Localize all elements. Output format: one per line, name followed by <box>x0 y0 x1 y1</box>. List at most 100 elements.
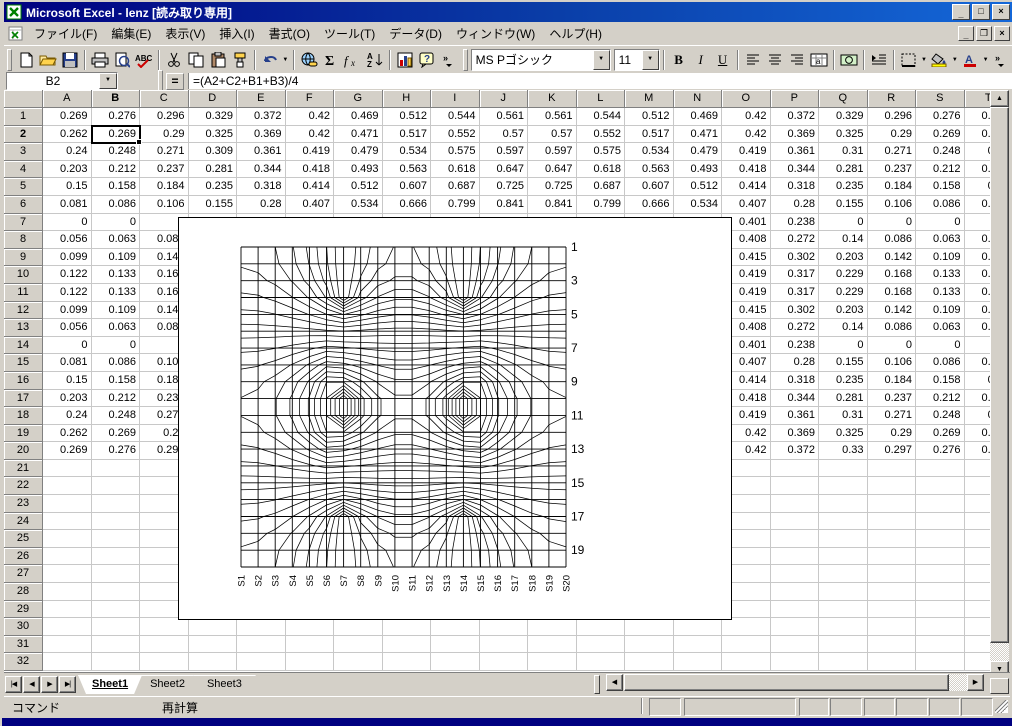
cell-E30[interactable] <box>237 618 286 636</box>
cell-O6[interactable]: 0.407 <box>722 196 771 214</box>
cell-P24[interactable] <box>771 513 820 531</box>
cell-C4[interactable]: 0.237 <box>140 161 189 179</box>
first-sheet-button[interactable]: |◀ <box>5 676 22 693</box>
cell-O5[interactable]: 0.414 <box>722 178 771 196</box>
cell-B26[interactable] <box>92 548 141 566</box>
cell-Q25[interactable] <box>819 530 868 548</box>
cell-M1[interactable]: 0.512 <box>625 108 674 126</box>
formula-input[interactable]: =(A2+C2+B1+B3)/4 <box>188 73 1012 89</box>
cell-S18[interactable]: 0.248 <box>916 407 965 425</box>
equals-button[interactable]: = <box>166 73 184 90</box>
cell-E31[interactable] <box>237 636 286 654</box>
cell-L5[interactable]: 0.687 <box>577 178 626 196</box>
row-header-4[interactable]: 4 <box>4 161 43 179</box>
cell-A7[interactable]: 0 <box>43 214 92 232</box>
cell-G3[interactable]: 0.479 <box>334 143 383 161</box>
cell-P11[interactable]: 0.317 <box>771 284 820 302</box>
cell-M30[interactable] <box>625 618 674 636</box>
align-right-button[interactable] <box>786 49 808 71</box>
cell-H2[interactable]: 0.517 <box>383 126 432 144</box>
cell-C6[interactable]: 0.106 <box>140 196 189 214</box>
maximize-button[interactable]: □ <box>972 4 990 20</box>
cell-S10[interactable]: 0.133 <box>916 266 965 284</box>
cell-G31[interactable] <box>334 636 383 654</box>
cell-K1[interactable]: 0.561 <box>528 108 577 126</box>
cell-A3[interactable]: 0.24 <box>43 143 92 161</box>
cell-R22[interactable] <box>868 477 917 495</box>
cell-S24[interactable] <box>916 513 965 531</box>
cell-A18[interactable]: 0.24 <box>43 407 92 425</box>
cell-B23[interactable] <box>92 495 141 513</box>
cell-T6[interactable]: 0.081 <box>965 196 991 214</box>
cell-Q18[interactable]: 0.31 <box>819 407 868 425</box>
cell-B6[interactable]: 0.086 <box>92 196 141 214</box>
cell-D1[interactable]: 0.329 <box>189 108 238 126</box>
cell-Q14[interactable]: 0 <box>819 337 868 355</box>
cell-K6[interactable]: 0.841 <box>528 196 577 214</box>
horizontal-scroll-track[interactable] <box>949 674 967 691</box>
cell-N4[interactable]: 0.493 <box>674 161 723 179</box>
cell-J1[interactable]: 0.561 <box>480 108 529 126</box>
cell-B7[interactable]: 0 <box>92 214 141 232</box>
cell-S23[interactable] <box>916 495 965 513</box>
cell-I3[interactable]: 0.575 <box>431 143 480 161</box>
currency-style-button[interactable] <box>838 49 860 71</box>
cell-P20[interactable]: 0.372 <box>771 442 820 460</box>
row-header-2[interactable]: 2 <box>4 126 43 144</box>
cell-G32[interactable] <box>334 653 383 671</box>
cell-B13[interactable]: 0.063 <box>92 319 141 337</box>
row-header-18[interactable]: 18 <box>4 407 43 425</box>
cell-R18[interactable]: 0.271 <box>868 407 917 425</box>
menu-item-3[interactable]: 挿入(I) <box>212 22 261 45</box>
cell-A6[interactable]: 0.081 <box>43 196 92 214</box>
cell-K30[interactable] <box>528 618 577 636</box>
column-header-C[interactable]: C <box>140 90 189 108</box>
undo-button[interactable] <box>259 49 281 71</box>
cell-Q30[interactable] <box>819 618 868 636</box>
embedded-contour-chart[interactable]: S1S2S3S4S5S6S7S8S9S10S11S12S13S14S15S16S… <box>178 217 732 620</box>
cell-M2[interactable]: 0.517 <box>625 126 674 144</box>
cell-R11[interactable]: 0.168 <box>868 284 917 302</box>
cell-P8[interactable]: 0.272 <box>771 231 820 249</box>
cell-Q28[interactable] <box>819 583 868 601</box>
insert-hyperlink-button[interactable] <box>298 49 320 71</box>
row-header-7[interactable]: 7 <box>4 214 43 232</box>
cell-E4[interactable]: 0.344 <box>237 161 286 179</box>
cell-G4[interactable]: 0.493 <box>334 161 383 179</box>
cell-T11[interactable]: 0.122 <box>965 284 991 302</box>
cell-B31[interactable] <box>92 636 141 654</box>
cell-G6[interactable]: 0.534 <box>334 196 383 214</box>
autosum-button[interactable]: Σ <box>320 49 342 71</box>
cell-A24[interactable] <box>43 513 92 531</box>
align-center-button[interactable] <box>764 49 786 71</box>
cell-P13[interactable]: 0.272 <box>771 319 820 337</box>
cell-T25[interactable] <box>965 530 991 548</box>
cell-D3[interactable]: 0.309 <box>189 143 238 161</box>
cell-F32[interactable] <box>286 653 335 671</box>
cell-B10[interactable]: 0.133 <box>92 266 141 284</box>
column-header-O[interactable]: O <box>722 90 771 108</box>
cell-B28[interactable] <box>92 583 141 601</box>
cell-Q10[interactable]: 0.229 <box>819 266 868 284</box>
cell-Q31[interactable] <box>819 636 868 654</box>
fill-color-button[interactable] <box>928 49 950 71</box>
cell-Q13[interactable]: 0.14 <box>819 319 868 337</box>
cell-S14[interactable]: 0 <box>916 337 965 355</box>
cell-F6[interactable]: 0.407 <box>286 196 335 214</box>
cell-M5[interactable]: 0.607 <box>625 178 674 196</box>
cell-R23[interactable] <box>868 495 917 513</box>
cell-M3[interactable]: 0.534 <box>625 143 674 161</box>
cell-E5[interactable]: 0.318 <box>237 178 286 196</box>
row-header-17[interactable]: 17 <box>4 390 43 408</box>
cell-T2[interactable]: 0.262 <box>965 126 991 144</box>
cell-Q9[interactable]: 0.203 <box>819 249 868 267</box>
cell-T27[interactable] <box>965 565 991 583</box>
workbook-close-button[interactable]: × <box>994 26 1010 41</box>
cell-R25[interactable] <box>868 530 917 548</box>
cell-B22[interactable] <box>92 477 141 495</box>
cell-C30[interactable] <box>140 618 189 636</box>
row-header-13[interactable]: 13 <box>4 319 43 337</box>
cell-A27[interactable] <box>43 565 92 583</box>
cell-N32[interactable] <box>674 653 723 671</box>
cell-H1[interactable]: 0.512 <box>383 108 432 126</box>
